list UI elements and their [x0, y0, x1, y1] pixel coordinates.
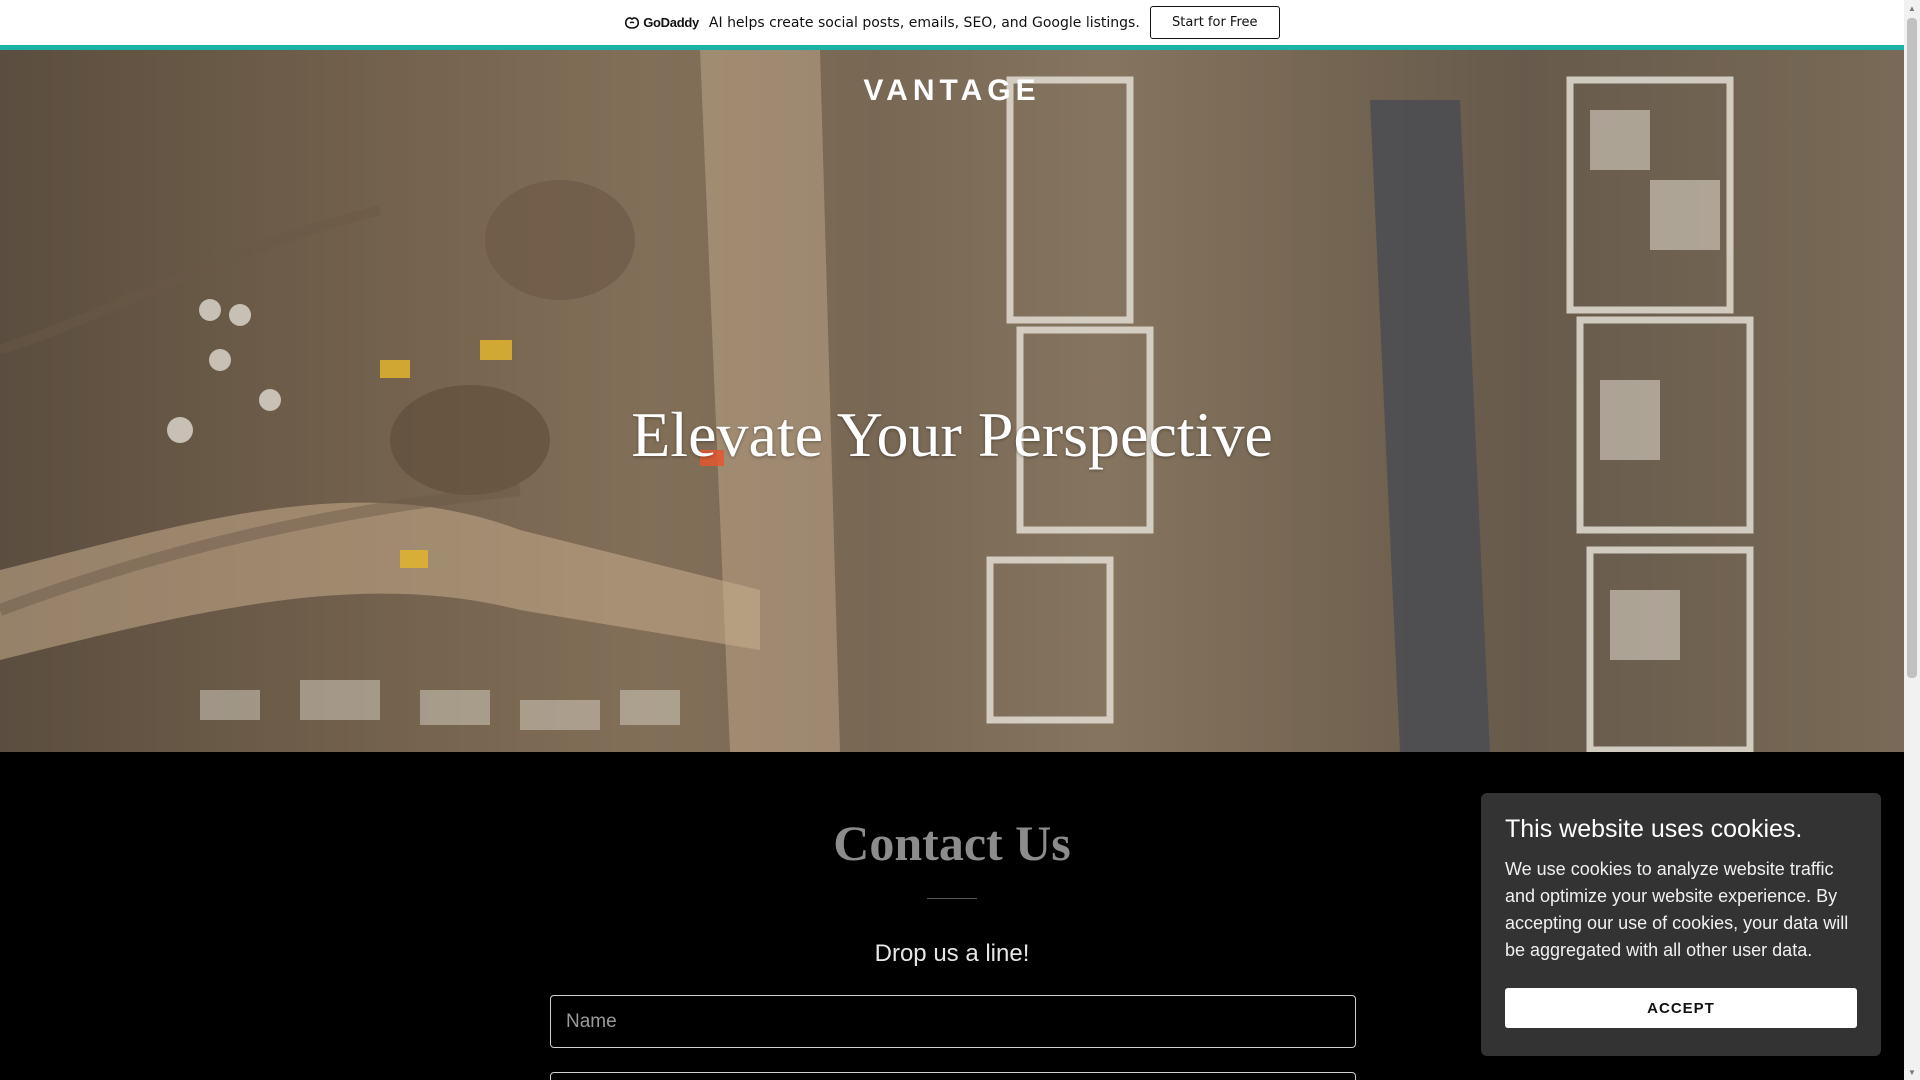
- godaddy-logo-icon: [625, 16, 640, 29]
- email-input[interactable]: [550, 1072, 1356, 1080]
- site-title[interactable]: VANTAGE: [0, 74, 1904, 108]
- godaddy-promo-bar: GoDaddy AI helps create social posts, em…: [0, 0, 1904, 45]
- cookie-body: We use cookies to analyze website traffi…: [1505, 859, 1849, 960]
- page-scrollbar[interactable]: ▲ ▼: [1904, 0, 1920, 1080]
- cookie-banner: This website uses cookies. We use cookie…: [1481, 793, 1881, 1056]
- promo-message: AI helps create social posts, emails, SE…: [708, 14, 1140, 31]
- start-for-free-button[interactable]: Start for Free: [1149, 6, 1280, 39]
- godaddy-logo[interactable]: GoDaddy: [624, 15, 699, 30]
- page: GoDaddy AI helps create social posts, em…: [0, 0, 1920, 1080]
- hero-heading: Elevate Your Perspective: [631, 399, 1273, 470]
- cookie-title: This website uses cookies.: [1505, 815, 1803, 843]
- contact-divider: [927, 898, 977, 899]
- accept-cookies-button[interactable]: ACCEPT: [1505, 988, 1857, 1028]
- scroll-down-arrow-icon[interactable]: ▼: [1904, 1064, 1920, 1080]
- scroll-up-arrow-icon[interactable]: ▲: [1904, 0, 1920, 16]
- godaddy-logo-text: GoDaddy: [643, 15, 699, 30]
- hero-section: VANTAGE Elevate Your Perspective: [0, 50, 1904, 752]
- name-input[interactable]: [550, 995, 1356, 1048]
- scrollbar-thumb[interactable]: [1907, 18, 1917, 678]
